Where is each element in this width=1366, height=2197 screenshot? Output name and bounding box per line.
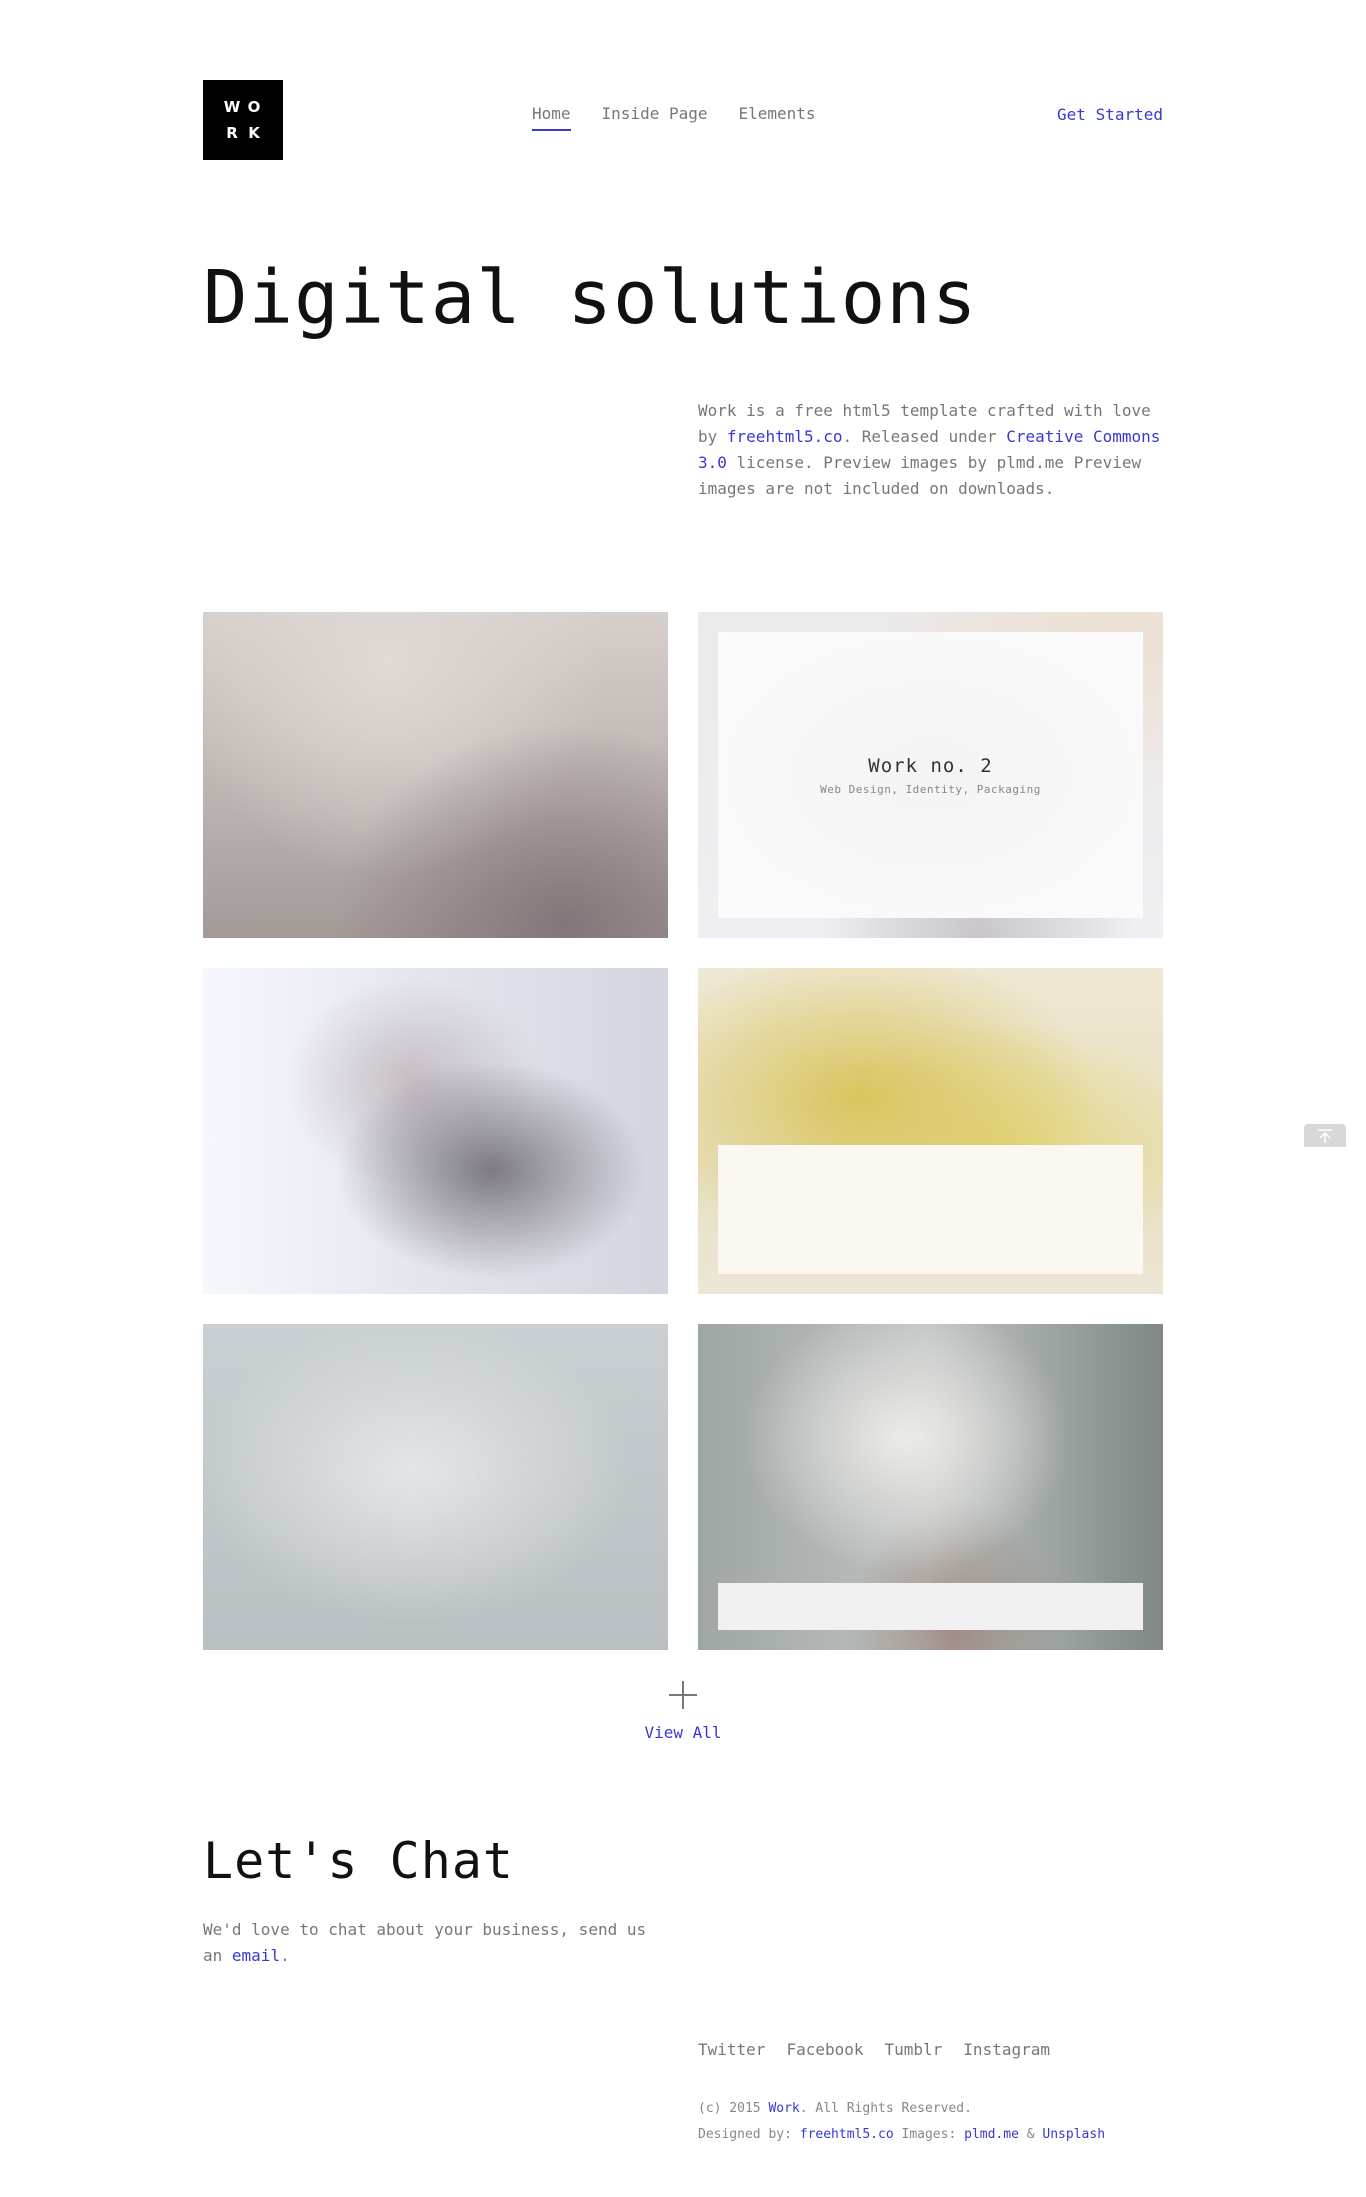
work-title: Work no. 2 [868, 754, 993, 777]
plmd-link[interactable]: plmd.me [964, 2127, 1019, 2142]
work-tile-4[interactable] [698, 968, 1163, 1294]
logo-letter: W [223, 98, 241, 116]
chat-text: We'd love to chat about your business, s… [203, 1917, 673, 1969]
intro-text: Work is a free html5 template crafted wi… [698, 398, 1168, 502]
brand-link[interactable]: Work [768, 2101, 799, 2116]
view-all-link[interactable]: View All [0, 1723, 1366, 1742]
unsplash-link[interactable]: Unsplash [1042, 2127, 1105, 2142]
work-tile-2[interactable]: Work no. 2 Web Design, Identity, Packagi… [698, 612, 1163, 938]
nav-elements[interactable]: Elements [739, 104, 816, 131]
credits-text: Designed by: [698, 2127, 800, 2142]
hero-title: Digital solutions [203, 255, 978, 341]
work-tile-panel [718, 1583, 1143, 1630]
logo-letter: O [247, 98, 261, 116]
logo-letter: R [226, 124, 238, 142]
social-twitter[interactable]: Twitter [698, 2040, 765, 2059]
logo-letter: K [248, 124, 260, 142]
credits-text: Images: [893, 2127, 965, 2142]
work-tile-5[interactable] [203, 1324, 668, 1650]
credits-line: Designed by: freehtml5.co Images: plmd.m… [698, 2122, 1105, 2148]
work-tile-overlay: Work no. 2 Web Design, Identity, Packagi… [718, 632, 1143, 918]
plus-icon[interactable] [669, 1681, 697, 1709]
work-subtitle: Web Design, Identity, Packaging [820, 782, 1041, 796]
get-started-link[interactable]: Get Started [1057, 105, 1163, 124]
chat-text-part: . [280, 1946, 290, 1965]
main-nav: Home Inside Page Elements [532, 104, 816, 131]
designer-link[interactable]: freehtml5.co [800, 2127, 894, 2142]
copyright-text: . All Rights Reserved. [799, 2101, 972, 2116]
credits-text: & [1018, 2127, 1043, 2142]
chat-title: Let's Chat [203, 1832, 515, 1890]
logo[interactable]: W O R K [203, 80, 283, 160]
social-facebook[interactable]: Facebook [786, 2040, 863, 2059]
email-link[interactable]: email [232, 1946, 280, 1965]
arrow-up-to-line-icon [1318, 1129, 1332, 1143]
social-instagram[interactable]: Instagram [963, 2040, 1050, 2059]
work-tile-6[interactable] [698, 1324, 1163, 1650]
freehtml5-link[interactable]: freehtml5.co [727, 427, 843, 446]
intro-text-part: license. Preview images by plmd.me Previ… [698, 453, 1142, 498]
copyright-line: (c) 2015 Work. All Rights Reserved. [698, 2096, 1105, 2122]
scroll-top-button[interactable] [1304, 1124, 1346, 1147]
copyright-text: (c) 2015 [698, 2101, 769, 2116]
social-tumblr[interactable]: Tumblr [885, 2040, 943, 2059]
work-tile-panel [718, 1145, 1143, 1274]
copyright: (c) 2015 Work. All Rights Reserved. Desi… [698, 2096, 1105, 2148]
social-links: Twitter Facebook Tumblr Instagram [698, 2040, 1050, 2059]
nav-inside-page[interactable]: Inside Page [602, 104, 708, 131]
intro-text-part: . Released under [842, 427, 1007, 446]
work-tile-3[interactable] [203, 968, 668, 1294]
work-tile-1[interactable] [203, 612, 668, 938]
nav-home[interactable]: Home [532, 104, 571, 131]
